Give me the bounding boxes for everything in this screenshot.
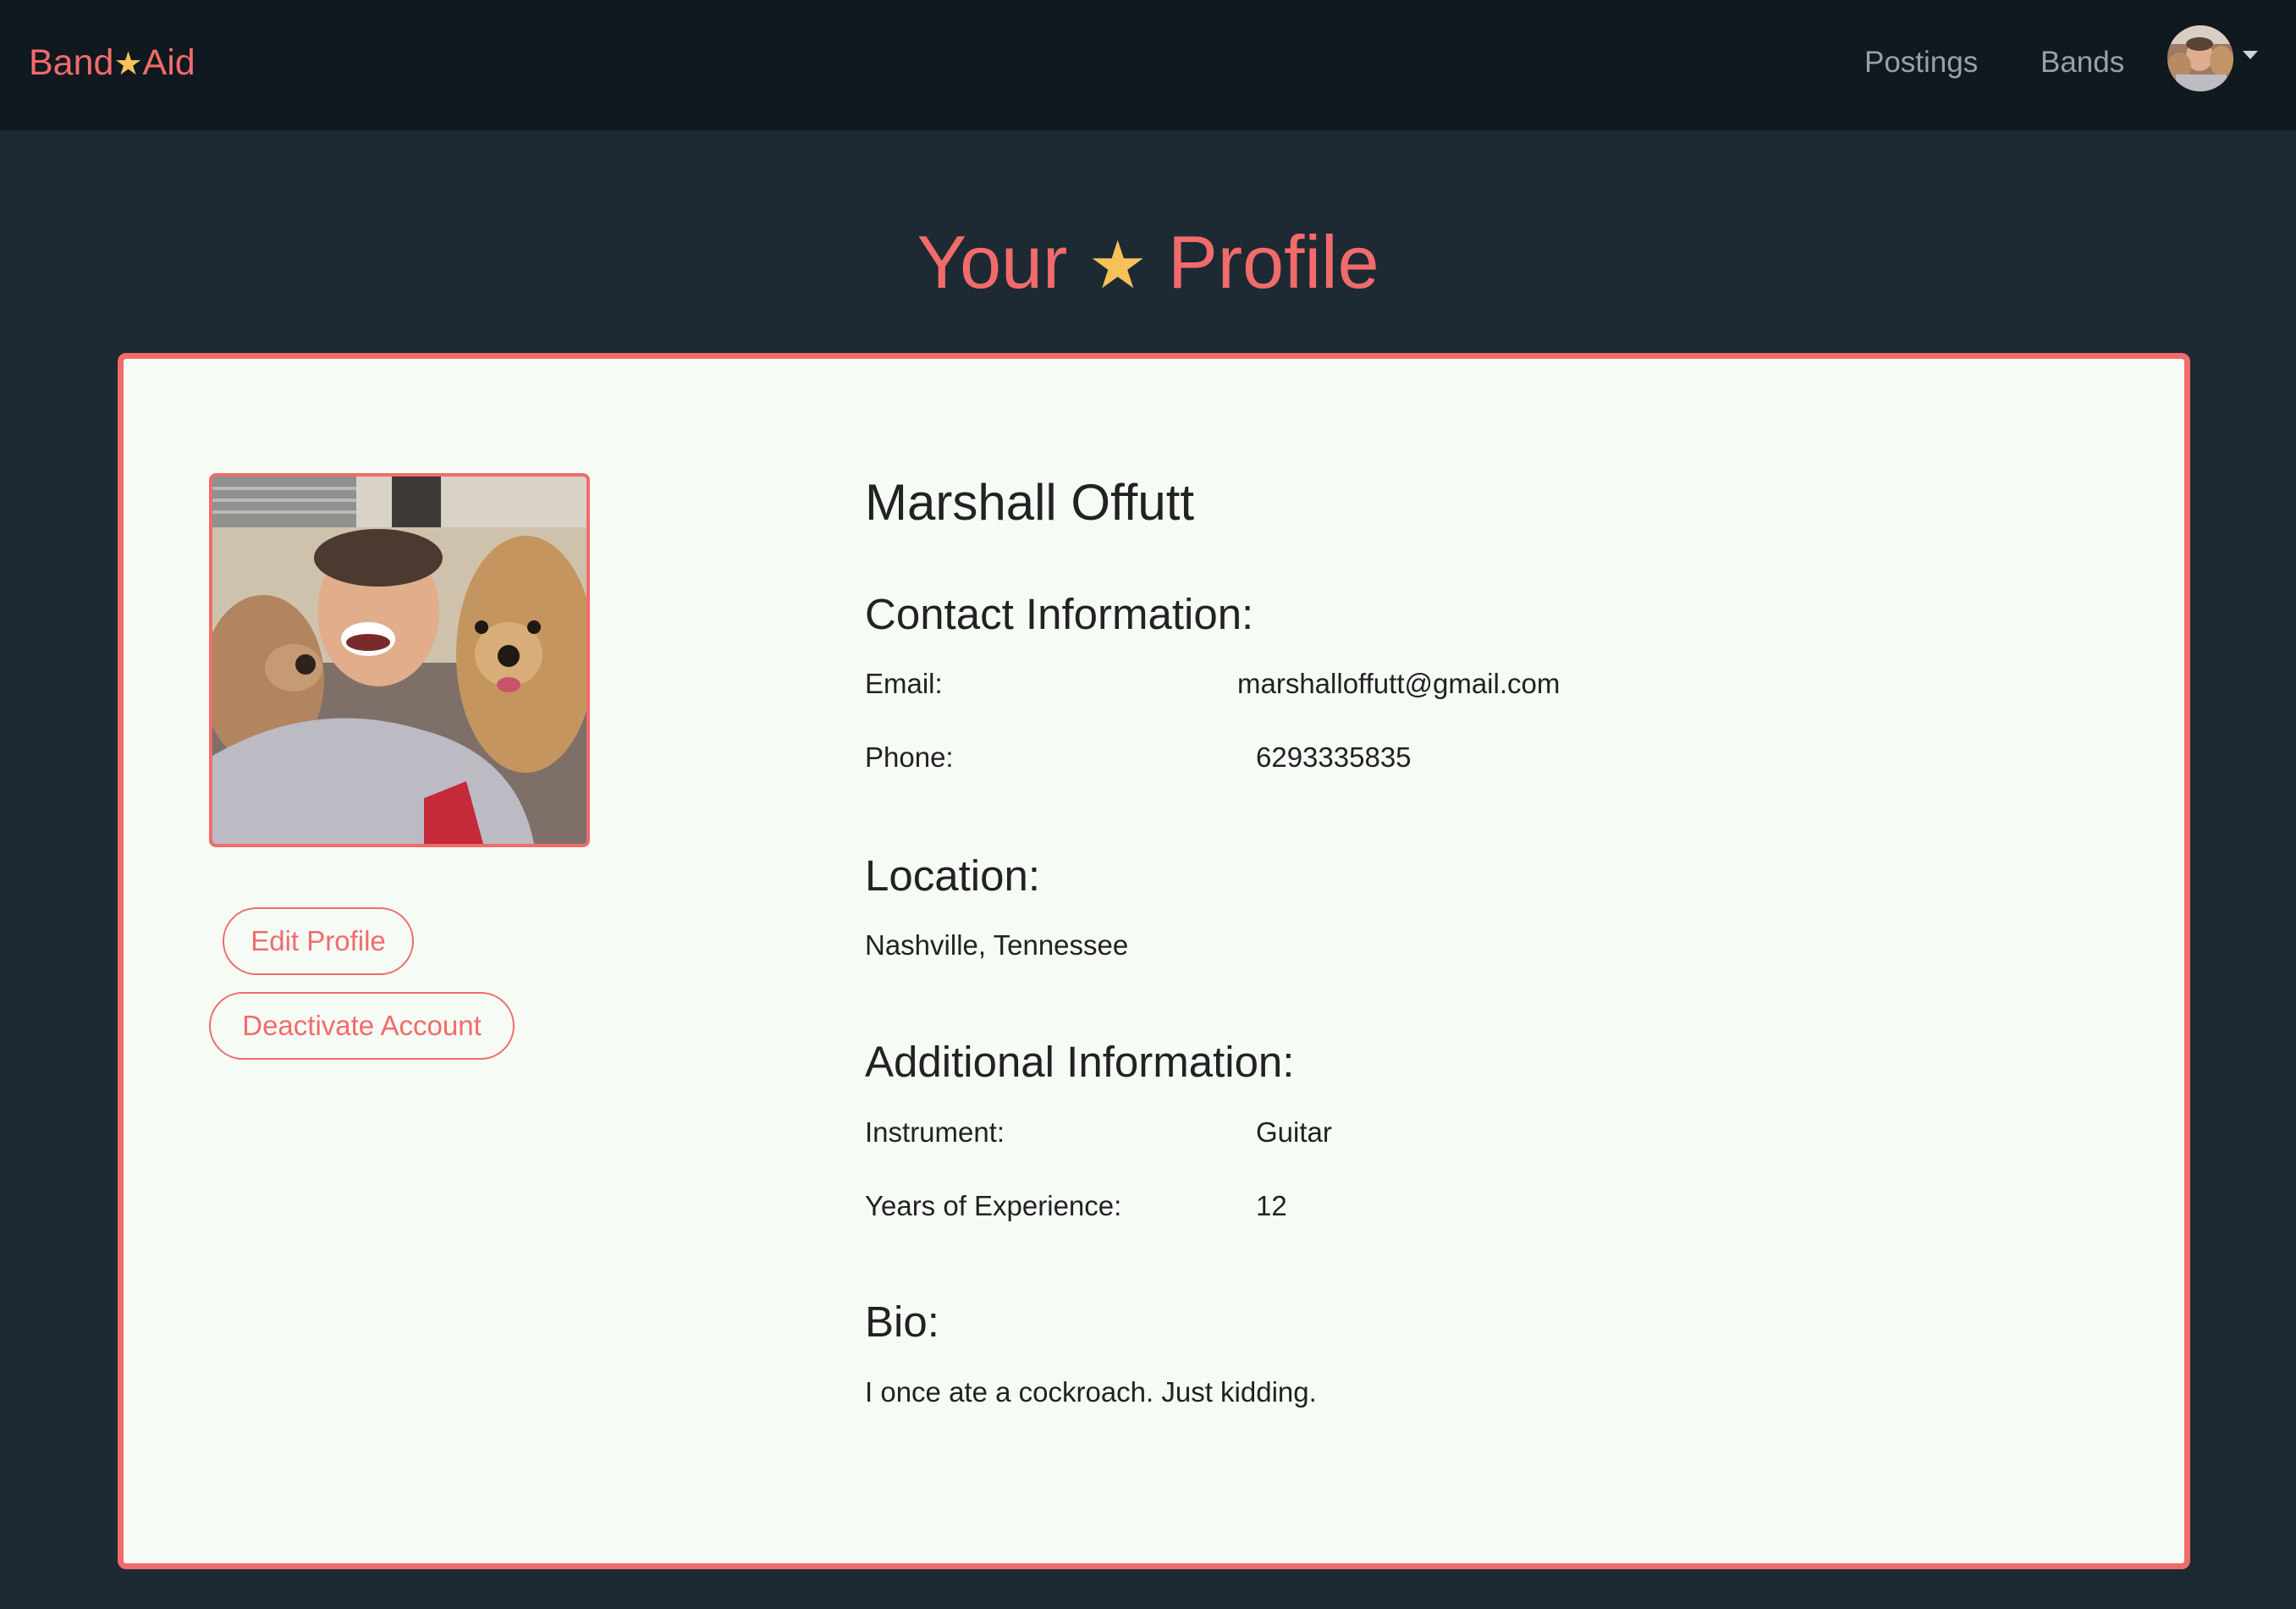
brand-logo[interactable]: Band★Aid: [29, 36, 195, 91]
brand-text-right: Aid: [142, 42, 195, 83]
edit-profile-button[interactable]: Edit Profile: [223, 907, 414, 975]
profile-card: Edit Profile Deactivate Account Marshall…: [118, 353, 2190, 1569]
profile-photo: [209, 473, 590, 847]
page-title-right: Profile: [1168, 220, 1379, 304]
avatar-image: [2167, 25, 2233, 91]
experience-label: Years of Experience:: [865, 1190, 1122, 1221]
bio-heading: Bio:: [865, 1298, 939, 1346]
nav-link-postings[interactable]: Postings: [1864, 41, 1978, 85]
deactivate-account-button[interactable]: Deactivate Account: [209, 992, 515, 1060]
navbar: Band★Aid Postings Bands: [0, 0, 2296, 130]
email-value: marshalloffutt@gmail.com: [1237, 668, 1561, 699]
instrument-label: Instrument:: [865, 1116, 1005, 1148]
star-icon: ★: [113, 47, 143, 82]
location-heading: Location:: [865, 851, 1040, 900]
location-value: Nashville, Tennessee: [865, 929, 1129, 961]
contact-heading: Contact Information:: [865, 590, 1254, 638]
star-icon: ★: [1087, 228, 1148, 302]
experience-value: 12: [1256, 1190, 1287, 1221]
page-title-left: Your: [917, 220, 1068, 304]
instrument-value: Guitar: [1256, 1116, 1332, 1148]
caret-down-icon[interactable]: [2243, 51, 2258, 59]
page-title: Your ★ Profile: [0, 212, 2296, 316]
avatar[interactable]: [2167, 25, 2233, 91]
phone-value: 6293335835: [1256, 741, 1412, 773]
phone-label: Phone:: [865, 741, 954, 773]
brand-text-left: Band: [29, 42, 114, 83]
bio-value: I once ate a cockroach. Just kidding.: [865, 1376, 1317, 1408]
nav-link-bands[interactable]: Bands: [2040, 41, 2124, 85]
profile-name: Marshall Offutt: [865, 474, 1195, 531]
email-label: Email:: [865, 668, 943, 699]
profile-photo-image: [212, 477, 586, 844]
additional-info-heading: Additional Information:: [865, 1038, 1295, 1086]
